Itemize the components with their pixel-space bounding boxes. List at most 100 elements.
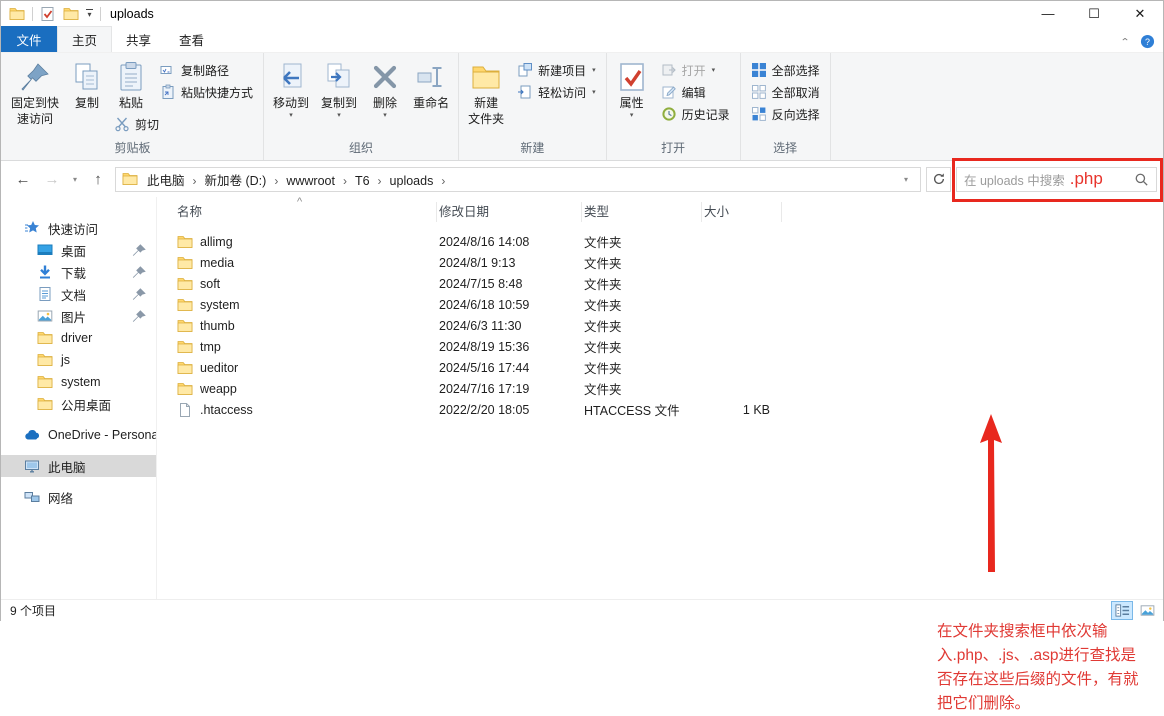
breadcrumb-item[interactable]: T6 [350, 174, 375, 188]
column-header-size[interactable]: 大小 [702, 202, 782, 222]
forward-icon[interactable]: → [40, 171, 64, 188]
tab-view[interactable]: 查看 [165, 26, 218, 52]
breadcrumb-separator-icon: › [190, 174, 200, 188]
thumbnail-view-button[interactable] [1136, 601, 1158, 620]
table-row[interactable]: thumb2024/6/3 11:30文件夹 [175, 315, 1163, 336]
properties-check-icon[interactable] [40, 6, 56, 22]
ribbon-button-label: 历史记录 [682, 106, 730, 123]
breadcrumb-item[interactable]: 此电脑 [142, 174, 190, 188]
sidebar-item--[interactable]: 此电脑 [1, 455, 156, 477]
table-row[interactable]: allimg2024/8/16 14:08文件夹 [175, 231, 1163, 252]
ribbon-button-move-to[interactable]: 移动到▾ [268, 56, 314, 121]
search-input[interactable]: 在 uploads 中搜索 .php [956, 167, 1157, 192]
column-header-name[interactable]: 名称 [175, 202, 437, 222]
ribbon-group-label: 选择 [744, 137, 827, 160]
sidebar-item--[interactable]: 图片 [1, 305, 156, 327]
address-dropdown-icon[interactable]: ▾ [900, 175, 912, 184]
annotation-line: 入.php、.js、.asp进行查找是 [937, 644, 1164, 668]
sidebar-item-onedrive-persona[interactable]: OneDrive - Persona [1, 424, 156, 446]
sidebar-item--[interactable]: 下载 [1, 261, 156, 283]
table-row[interactable]: media2024/8/1 9:13文件夹 [175, 252, 1163, 273]
collapse-ribbon-icon[interactable]: ⌃ [1120, 36, 1130, 47]
address-bar[interactable]: 此电脑›新加卷 (D:)›wwwroot›T6›uploads› ▾ [115, 167, 921, 192]
ribbon-button-edit[interactable]: 编辑 [656, 81, 735, 103]
table-row[interactable]: system2024/6/18 10:59文件夹 [175, 294, 1163, 315]
sidebar-item-system[interactable]: system [1, 371, 156, 393]
ribbon-button-label: 重命名 [413, 95, 449, 111]
ribbon-button-copy-path[interactable]: 复制路径 [155, 59, 258, 81]
sidebar-item--[interactable]: 文档 [1, 283, 156, 305]
folder-icon [122, 171, 138, 187]
ribbon-button-copy[interactable]: 复制 [66, 56, 108, 113]
column-header-type[interactable]: 类型 [582, 202, 702, 222]
table-row[interactable]: tmp2024/8/19 15:36文件夹 [175, 336, 1163, 357]
details-view-button[interactable] [1111, 601, 1133, 620]
ribbon-button-new-folder-large[interactable]: 新建 文件夹 [463, 56, 509, 129]
table-row[interactable]: weapp2024/7/16 17:19文件夹 [175, 378, 1163, 399]
ribbon-button-invert-selection[interactable]: 反向选择 [746, 103, 825, 125]
close-button[interactable]: ✕ [1117, 1, 1163, 26]
copy-path-icon [160, 62, 176, 78]
sidebar-item-label: 此电脑 [48, 457, 86, 476]
history-icon [661, 106, 677, 122]
ribbon-button-properties[interactable]: 属性▾ [611, 56, 653, 121]
file-type-cell: 文件夹 [582, 253, 702, 272]
copy-icon [71, 61, 103, 93]
ribbon-button-copy-to[interactable]: 复制到▾ [316, 56, 362, 121]
table-row[interactable]: soft2024/7/15 8:48文件夹 [175, 273, 1163, 294]
ribbon-group-items: 属性▾打开▾编辑历史记录 [610, 56, 737, 137]
new-folder-icon[interactable] [63, 6, 79, 22]
help-icon[interactable]: ? [1140, 34, 1155, 49]
maximize-button[interactable]: ☐ [1071, 1, 1117, 26]
annotation-line: 否存在这些后缀的文件，有就 [937, 668, 1164, 692]
table-row[interactable]: ueditor2024/5/16 17:44文件夹 [175, 357, 1163, 378]
qat-customize-dropdown-icon[interactable]: ▾ [86, 9, 93, 19]
refresh-button[interactable] [926, 167, 951, 192]
ribbon-button-delete[interactable]: 删除▾ [364, 56, 406, 121]
ribbon-button-cut[interactable]: 剪切 [109, 113, 258, 135]
recent-locations-dropdown-icon[interactable]: ▾ [69, 175, 81, 184]
breadcrumb-item[interactable]: uploads [385, 174, 439, 188]
minimize-button[interactable]: — [1025, 1, 1071, 26]
tab-share[interactable]: 共享 [112, 26, 165, 52]
file-type-cell: HTACCESS 文件 [582, 400, 702, 419]
breadcrumb-item[interactable]: 新加卷 (D:) [200, 174, 272, 188]
item-count: 9 个项目 [10, 602, 56, 619]
sidebar-item--[interactable]: 网络 [1, 486, 156, 508]
ribbon-button-select-none[interactable]: 全部取消 [746, 81, 825, 103]
sidebar-item--[interactable]: 快速访问 [1, 217, 156, 239]
ribbon-button-history[interactable]: 历史记录 [656, 103, 735, 125]
ribbon-button-open[interactable]: 打开▾ [656, 59, 735, 81]
file-name-cell: ueditor [175, 360, 437, 376]
file-name: thumb [200, 319, 235, 333]
sidebar-item-js[interactable]: js [1, 349, 156, 371]
divider [32, 7, 33, 21]
ribbon-button-rename[interactable]: 重命名 [408, 56, 454, 113]
back-icon[interactable]: ← [11, 171, 35, 188]
up-icon[interactable]: ↑ [86, 171, 110, 188]
ribbon-button-new-item[interactable]: 新建项目▾ [512, 59, 601, 81]
breadcrumb-item[interactable]: wwwroot [281, 174, 340, 188]
folder-icon [177, 339, 193, 355]
ribbon-button-pin[interactable]: 固定到快 速访问 [6, 56, 64, 129]
tab-file[interactable]: 文件 [1, 26, 57, 52]
sidebar-item-driver[interactable]: driver [1, 327, 156, 349]
table-row[interactable]: .htaccess2022/2/20 18:05HTACCESS 文件1 KB [175, 399, 1163, 420]
ribbon-button-paste[interactable]: 粘贴 [110, 56, 152, 113]
divider [100, 7, 101, 21]
folder-icon [177, 297, 193, 313]
ribbon-button-select-all[interactable]: 全部选择 [746, 59, 825, 81]
thumbnail-view-icon [1140, 603, 1155, 618]
file-name-cell: weapp [175, 381, 437, 397]
sidebar-item--[interactable]: 桌面 [1, 239, 156, 261]
sidebar-item--[interactable]: 公用桌面 [1, 393, 156, 415]
ribbon-button-easy-access[interactable]: 轻松访问▾ [512, 81, 601, 103]
folder-icon [9, 6, 25, 22]
search-icon[interactable] [1134, 172, 1149, 187]
new-item-icon [517, 62, 533, 78]
paste-shortcut-icon [160, 84, 176, 100]
ribbon-button-paste-shortcut[interactable]: 粘贴快捷方式 [155, 81, 258, 103]
column-header-date[interactable]: 修改日期 [437, 202, 582, 222]
tab-home[interactable]: 主页 [57, 26, 112, 52]
view-toggles [1111, 601, 1158, 620]
